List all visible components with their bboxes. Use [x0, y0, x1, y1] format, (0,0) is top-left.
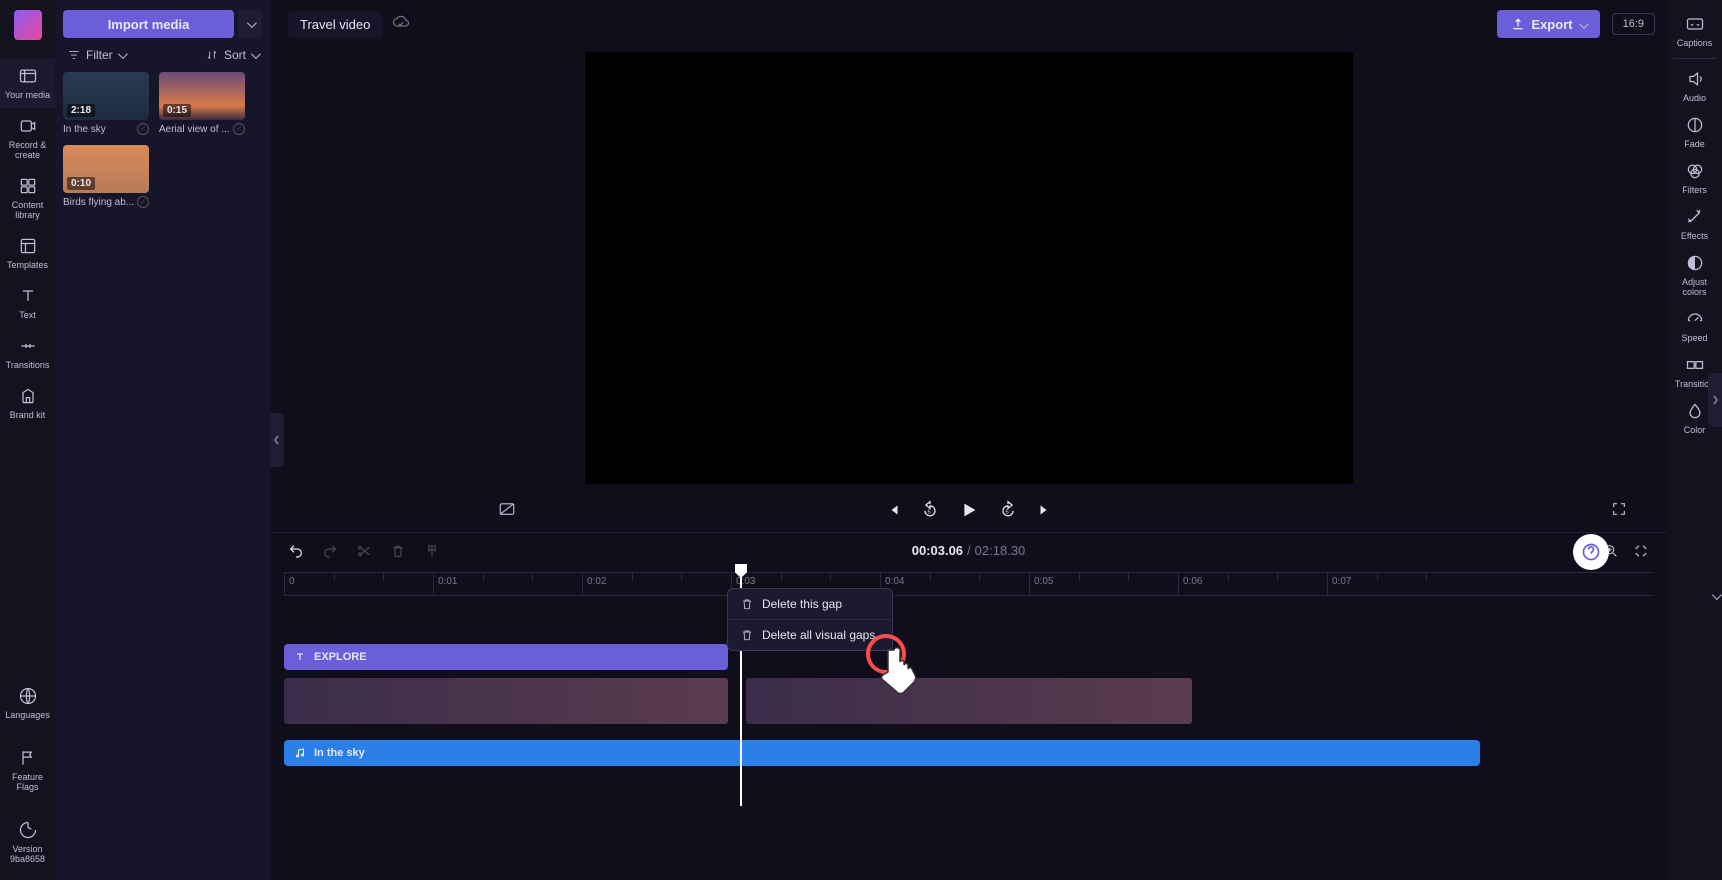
aspect-ratio-button[interactable]: 16:9 — [1612, 13, 1655, 35]
ctx-label: Delete all visual gaps — [762, 628, 875, 642]
filter-label: Filter — [86, 48, 113, 62]
import-media-label: Import media — [108, 17, 190, 32]
prop-filters[interactable]: Filters — [1667, 155, 1722, 201]
svg-text:5: 5 — [927, 509, 930, 515]
audio-track-clip[interactable]: In the sky — [284, 740, 1480, 766]
sidebar-label: Brand kit — [10, 410, 46, 420]
music-note-icon — [294, 747, 306, 759]
sidebar-label: Feature Flags — [12, 772, 43, 792]
timeline-ruler[interactable]: 00:010:020:030:040:050:060:07 — [284, 572, 1653, 596]
ctx-label: Delete this gap — [762, 597, 842, 611]
prop-captions[interactable]: Captions — [1667, 8, 1722, 54]
sidebar-label: Version 9ba8658 — [10, 844, 45, 864]
import-media-button[interactable]: Import media — [63, 10, 234, 38]
sidebar-your-media[interactable]: Your media — [0, 58, 55, 108]
sidebar-transitions[interactable]: Transitions — [0, 328, 55, 378]
sidebar-label: Text — [19, 310, 36, 320]
add-marker-button[interactable] — [424, 543, 440, 559]
prop-audio[interactable]: Audio — [1667, 63, 1722, 109]
used-check-icon: ✓ — [137, 196, 149, 208]
sidebar-label: Transitions — [6, 360, 50, 370]
sort-button[interactable]: Sort — [205, 48, 258, 62]
sidebar-label: Languages — [5, 710, 50, 720]
import-dropdown-button[interactable] — [238, 10, 262, 38]
time-total: 02:18.30 — [975, 543, 1026, 558]
sidebar-content-library[interactable]: Content library — [0, 168, 55, 228]
skip-forward-5s-button[interactable]: 5 — [998, 500, 1018, 520]
text-clip-label: EXPLORE — [314, 651, 367, 663]
used-check-icon: ✓ — [137, 123, 149, 135]
fullscreen-button[interactable] — [1611, 501, 1627, 520]
sidebar-brand-kit[interactable]: Brand kit — [0, 378, 55, 428]
sidebar-text[interactable]: Text — [0, 278, 55, 328]
media-thumbnail[interactable]: 0:10 Birds flying ab...✓ — [63, 145, 149, 208]
prev-frame-button[interactable] — [884, 501, 902, 519]
sidebar-feature-flags[interactable]: Feature Flags — [0, 740, 55, 800]
redo-button[interactable] — [322, 543, 338, 559]
overlay-toggle-button[interactable] — [498, 500, 516, 521]
sidebar-label: Content library — [12, 200, 44, 220]
time-current: 00:03.06 — [912, 543, 963, 558]
media-thumbnail[interactable]: 2:18 In the sky✓ — [63, 72, 149, 135]
video-preview[interactable] — [585, 52, 1353, 484]
delete-this-gap-item[interactable]: Delete this gap — [728, 589, 892, 620]
media-thumbnail[interactable]: 0:15 Aerial view of ...✓ — [159, 72, 245, 135]
export-label: Export — [1531, 17, 1572, 32]
chevron-down-icon — [251, 48, 258, 62]
split-button[interactable] — [356, 543, 372, 559]
delete-button[interactable] — [390, 543, 406, 559]
filter-icon — [67, 48, 81, 62]
sidebar-label: Your media — [5, 90, 50, 100]
aspect-label: 16:9 — [1623, 18, 1644, 30]
video-clip-2[interactable] — [746, 678, 1192, 724]
project-title-input[interactable]: Travel video — [288, 11, 382, 38]
sort-icon — [205, 48, 219, 62]
text-icon — [294, 651, 306, 663]
time-separator: / — [967, 543, 971, 558]
help-button[interactable] — [1573, 534, 1609, 570]
prop-fade[interactable]: Fade — [1667, 109, 1722, 155]
play-button[interactable] — [958, 499, 980, 521]
sort-label: Sort — [224, 48, 246, 62]
sidebar-record-create[interactable]: Record & create — [0, 108, 55, 168]
collapse-panel-right[interactable] — [1708, 373, 1722, 427]
sidebar-languages[interactable]: Languages — [0, 678, 55, 728]
used-check-icon: ✓ — [233, 123, 245, 135]
prop-speed[interactable]: Speed — [1667, 303, 1722, 349]
sidebar-version[interactable]: Version 9ba8658 — [0, 812, 55, 872]
expand-properties-icon[interactable] — [1708, 586, 1722, 606]
trash-icon — [740, 597, 754, 611]
sidebar-templates[interactable]: Templates — [0, 228, 55, 278]
skip-back-5s-button[interactable]: 5 — [920, 500, 940, 520]
project-title: Travel video — [300, 17, 370, 32]
time-display: 00:03.06 / 02:18.30 — [912, 543, 1026, 558]
next-frame-button[interactable] — [1036, 501, 1054, 519]
sidebar-label: Record & create — [9, 140, 47, 160]
sidebar-label: Templates — [7, 260, 48, 270]
undo-button[interactable] — [288, 543, 304, 559]
video-clip-1[interactable] — [284, 678, 728, 724]
prop-effects[interactable]: Effects — [1667, 201, 1722, 247]
svg-text:5: 5 — [1005, 509, 1008, 515]
audio-clip-label: In the sky — [314, 747, 365, 759]
prop-adjust-colors[interactable]: Adjust colors — [1667, 247, 1722, 303]
app-logo[interactable] — [14, 10, 42, 40]
zoom-fit-button[interactable] — [1633, 543, 1649, 559]
chevron-down-icon — [1579, 17, 1586, 32]
tutorial-pointer-icon — [866, 634, 928, 706]
sync-status-icon — [392, 14, 410, 35]
upload-icon — [1511, 17, 1525, 31]
chevron-down-icon — [118, 48, 125, 62]
text-track-clip[interactable]: EXPLORE — [284, 644, 728, 670]
export-button[interactable]: Export — [1497, 10, 1599, 38]
trash-icon — [740, 628, 754, 642]
filter-button[interactable]: Filter — [67, 48, 125, 62]
